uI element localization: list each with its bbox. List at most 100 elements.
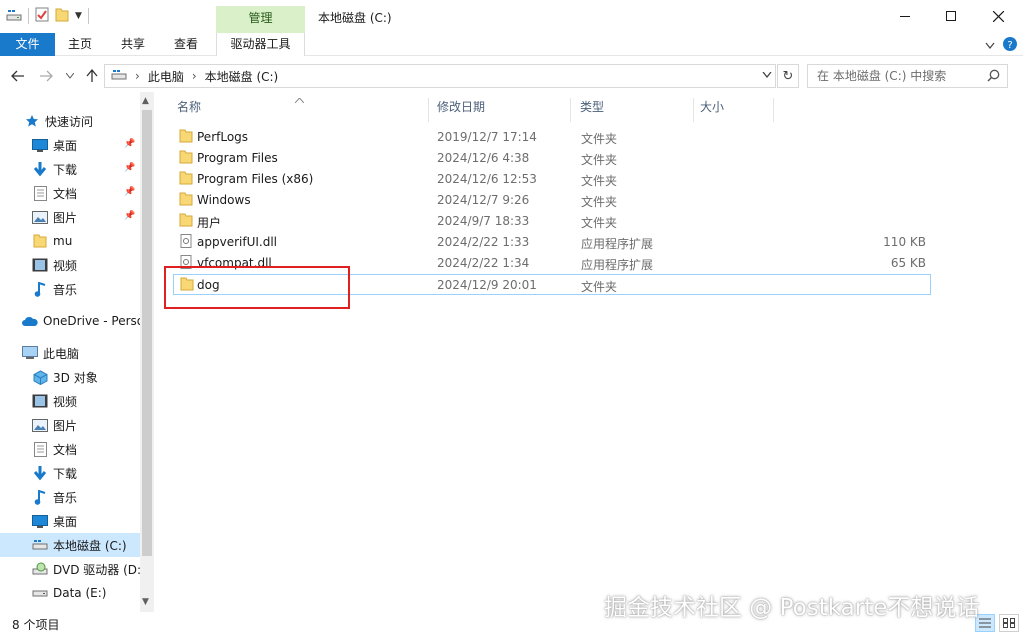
pin-icon[interactable]: 📌 (124, 187, 135, 197)
pin-icon[interactable]: 📌 (124, 211, 135, 221)
breadcrumb-local-disk[interactable]: 本地磁盘 (C:) (205, 68, 279, 85)
nav-label: 音乐 (53, 282, 78, 297)
navigation-pane: 快速访问 桌面 📌 下载 📌 文档 📌 图片 📌 mu 视频 音乐 OneDri… (0, 92, 155, 612)
breadcrumb-this-pc[interactable]: 此电脑 (148, 68, 184, 85)
nav-label: 图片 (53, 210, 78, 225)
tab-drive-tools[interactable]: 驱动器工具 (216, 33, 305, 56)
desktop-icon (32, 137, 48, 153)
nav-label: Data (E:) (53, 586, 107, 600)
nav-scrollbar[interactable]: ▲ ▼ (140, 92, 154, 612)
column-divider[interactable] (773, 98, 774, 122)
file-date: 2024/2/22 1:33 (437, 235, 530, 249)
tab-home[interactable]: 主页 (68, 33, 92, 56)
toolbar-divider (28, 8, 29, 24)
close-button[interactable] (975, 0, 1021, 32)
address-row: › 此电脑 › 本地磁盘 (C:) ↻ 在 本地磁盘 (C:) 中搜索 (0, 62, 1023, 90)
document-icon (32, 185, 48, 201)
refresh-button[interactable]: ↻ (777, 64, 799, 88)
folder-icon (179, 171, 193, 185)
file-name: appverifUI.dll (197, 235, 277, 249)
nav-label: 此电脑 (43, 346, 80, 361)
expand-ribbon-icon[interactable] (985, 39, 995, 53)
large-icons-view-icon (1003, 618, 1015, 628)
dvd-drive-icon (32, 561, 48, 577)
minimize-button[interactable] (882, 0, 928, 32)
nav-label: 文档 (53, 186, 78, 201)
tab-file[interactable]: 文件 (0, 33, 55, 56)
title-bar: ▼ 管理 本地磁盘 (C:) (0, 0, 1023, 33)
file-type: 文件夹 (581, 216, 618, 230)
recent-locations-icon[interactable] (60, 66, 80, 86)
file-row-program-files-x86[interactable]: Program Files (x86) 2024/12/6 12:53 文件夹 (173, 169, 931, 190)
large-icons-view-button[interactable] (999, 614, 1019, 632)
folder-icon (179, 213, 193, 227)
window-title: 本地磁盘 (C:) (318, 11, 392, 25)
file-type: 文件夹 (581, 132, 618, 146)
ribbon-tabs: 文件 主页 共享 查看 驱动器工具 ? (0, 33, 1023, 56)
column-header-date[interactable]: 修改日期 (420, 98, 570, 120)
file-row-program-files[interactable]: Program Files 2024/12/6 4:38 文件夹 (173, 148, 931, 169)
folder-icon (179, 129, 193, 143)
tab-manage[interactable]: 管理 (216, 6, 305, 33)
drive-icon[interactable] (6, 8, 22, 25)
music-icon (32, 281, 48, 297)
customize-toolbar-icon[interactable]: ▼ (75, 11, 82, 21)
scrollbar-thumb[interactable] (142, 110, 152, 556)
maximize-button[interactable] (928, 0, 974, 32)
view-switcher (975, 614, 1019, 632)
new-folder-icon[interactable] (55, 7, 69, 25)
music-icon (32, 489, 48, 505)
tab-view[interactable]: 查看 (174, 33, 198, 56)
item-count: 8 个项目 (12, 618, 60, 632)
download-arrow-icon (32, 465, 48, 481)
star-icon (24, 113, 40, 129)
help-icon[interactable]: ? (1003, 37, 1017, 54)
refresh-icon: ↻ (782, 68, 794, 84)
pin-icon[interactable]: 📌 (124, 163, 135, 173)
file-name: Windows (197, 193, 251, 207)
file-type: 应用程序扩展 (581, 237, 654, 251)
watermark: 掘金技术社区 @ Postkarte不想说话 (604, 595, 980, 621)
column-header-name[interactable]: 名称 (160, 98, 428, 120)
scroll-up-icon[interactable]: ▲ (142, 96, 149, 106)
search-icon[interactable] (987, 69, 1000, 85)
address-history-dropdown[interactable] (762, 70, 772, 81)
back-arrow-icon[interactable] (8, 66, 28, 86)
annotation-highlight-box (164, 266, 350, 309)
computer-icon (22, 345, 38, 361)
breadcrumb-separator: › (135, 69, 140, 83)
file-type: 应用程序扩展 (581, 258, 654, 272)
file-size: 110 KB (883, 235, 926, 249)
file-list: 名称 修改日期 类型 大小 PerfLogs 2019/12/7 17:14 文… (160, 92, 1023, 612)
cube-icon (32, 369, 48, 385)
nav-label: 文档 (53, 442, 78, 457)
document-icon (32, 441, 48, 457)
file-row-perflogs[interactable]: PerfLogs 2019/12/7 17:14 文件夹 (173, 127, 931, 148)
file-date: 2024/2/22 1:34 (437, 256, 530, 270)
properties-icon[interactable] (35, 7, 49, 25)
column-header-size[interactable]: 大小 (683, 98, 773, 120)
file-row-users[interactable]: 用户 2024/9/7 18:33 文件夹 (173, 211, 931, 232)
nav-label: 图片 (53, 418, 78, 433)
drive-icon (111, 69, 127, 84)
column-header-type[interactable]: 类型 (563, 98, 693, 120)
file-name: Program Files (x86) (197, 172, 314, 186)
address-bar[interactable]: › 此电脑 › 本地磁盘 (C:) (104, 64, 776, 88)
quick-access-toolbar: ▼ (6, 7, 89, 25)
file-row-windows[interactable]: Windows 2024/12/7 9:26 文件夹 (173, 190, 931, 211)
file-row-appverifui[interactable]: appverifUI.dll 2024/2/22 1:33 应用程序扩展 110… (173, 232, 931, 253)
pin-icon[interactable]: 📌 (124, 139, 135, 149)
nav-local-disk[interactable]: 本地磁盘 (C:) (0, 533, 140, 557)
file-type: 文件夹 (581, 174, 618, 188)
download-arrow-icon (32, 161, 48, 177)
forward-arrow-icon[interactable] (36, 66, 56, 86)
drive-icon (32, 537, 48, 553)
file-name: Program Files (197, 151, 278, 165)
tab-share[interactable]: 共享 (121, 33, 145, 56)
search-input[interactable]: 在 本地磁盘 (C:) 中搜索 (807, 64, 1008, 88)
dll-file-icon (180, 234, 192, 248)
up-arrow-icon[interactable] (82, 66, 102, 86)
scroll-down-icon[interactable]: ▼ (142, 597, 149, 607)
picture-icon (32, 209, 48, 225)
nav-label: 音乐 (53, 490, 78, 505)
